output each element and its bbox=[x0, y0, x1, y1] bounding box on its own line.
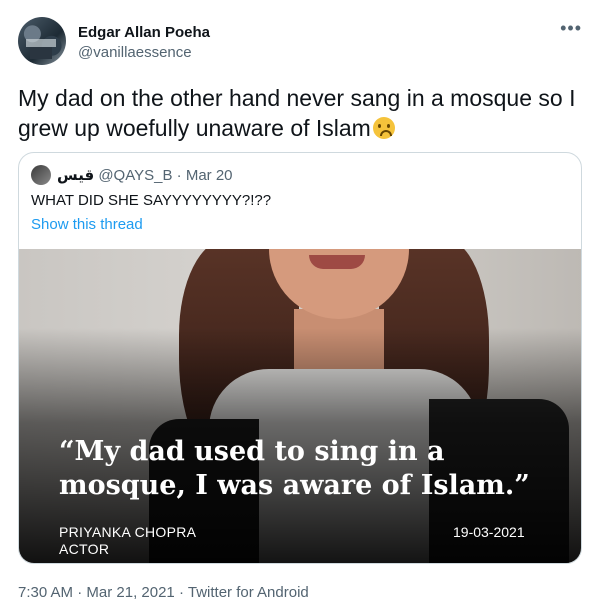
quoted-author-name: قيس bbox=[57, 167, 95, 184]
tweet-text-content: My dad on the other hand never sang in a… bbox=[18, 85, 576, 141]
tweet-source-link[interactable]: Twitter for Android bbox=[188, 584, 309, 601]
quoted-separator: · bbox=[176, 167, 182, 184]
author-name[interactable]: Edgar Allan Poeha bbox=[78, 24, 210, 41]
meta-separator-2: · bbox=[178, 584, 184, 601]
tweet-meta: 7:30 AM · Mar 21, 2021 · Twitter for And… bbox=[18, 584, 309, 601]
quoted-tweet-text: WHAT DID SHE SAYYYYYYYY?!?? bbox=[31, 192, 272, 209]
quoted-tweet-card[interactable]: قيس @QAYS_B · Mar 20 WHAT DID SHE SAYYYY… bbox=[18, 152, 582, 564]
quoted-date: Mar 20 bbox=[185, 167, 233, 184]
media-person-name: PRIYANKA CHOPRA bbox=[59, 524, 197, 540]
show-thread-link[interactable]: Show this thread bbox=[31, 216, 143, 233]
author-avatar[interactable] bbox=[18, 17, 66, 65]
media-date: 19-03-2021 bbox=[453, 524, 525, 540]
media-person-role: ACTOR bbox=[59, 541, 110, 557]
quoted-tweet-header: قيس @QAYS_B · Mar 20 bbox=[57, 166, 233, 184]
tweet: Edgar Allan Poeha @vanillaessence ••• My… bbox=[0, 0, 609, 616]
tweet-time-link[interactable]: 7:30 AM bbox=[18, 584, 73, 601]
tweet-text: My dad on the other hand never sang in a… bbox=[18, 83, 588, 143]
author-handle[interactable]: @vanillaessence bbox=[78, 44, 192, 61]
media-quote-text: “My dad used to sing in a mosque, I was … bbox=[59, 436, 530, 501]
tweet-date-link[interactable]: Mar 21, 2021 bbox=[86, 584, 174, 601]
photo-gradient-overlay bbox=[19, 249, 581, 563]
more-options-icon[interactable]: ••• bbox=[560, 18, 582, 39]
meta-separator: · bbox=[77, 584, 83, 601]
quoted-author-avatar bbox=[31, 165, 51, 185]
media-person: PRIYANKA CHOPRA ACTOR bbox=[59, 524, 196, 558]
worried-face-emoji-icon bbox=[372, 117, 395, 139]
quoted-author-handle: @QAYS_B bbox=[98, 167, 173, 184]
quoted-media-image[interactable]: “My dad used to sing in a mosque, I was … bbox=[19, 249, 581, 563]
